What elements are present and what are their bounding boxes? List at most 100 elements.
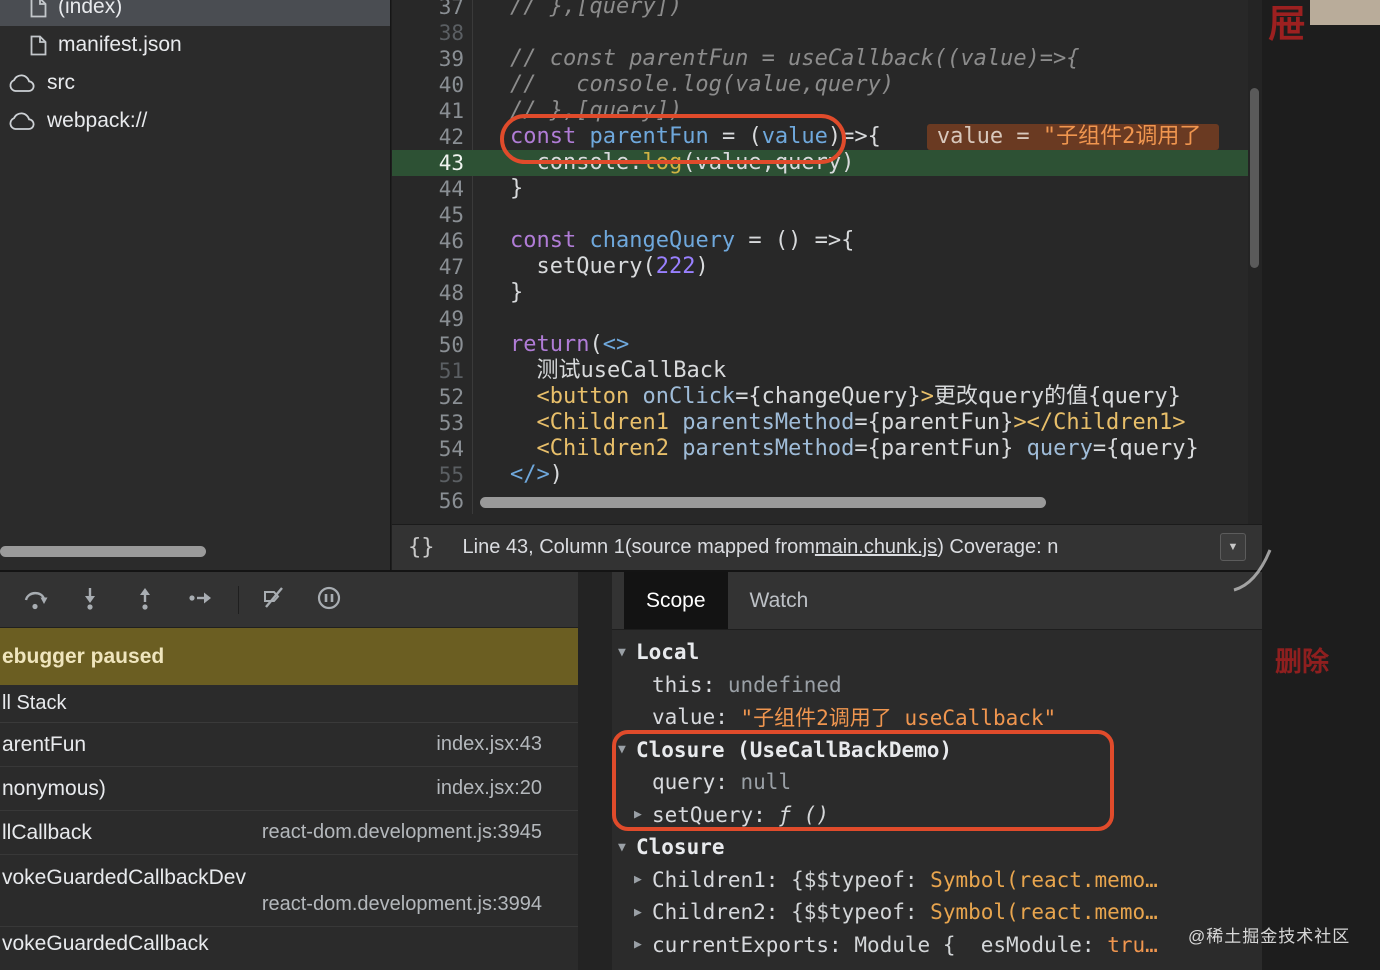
tab-watch[interactable]: Watch (728, 572, 831, 629)
file-tree-item-src[interactable]: src (0, 64, 390, 102)
expanded-arrow-icon[interactable]: ▼ (618, 645, 636, 660)
code-line[interactable]: 49 (392, 306, 1262, 332)
prop-colon: : (753, 802, 779, 827)
scope-row[interactable]: ▶ currentExports: Module { esModule: tru… (612, 929, 1262, 962)
prop-value: {$$typeof: (791, 900, 931, 925)
code-token: ={changeQuery} (735, 384, 921, 409)
prop-value: {$$typeof: (791, 867, 931, 892)
code-text (472, 20, 1262, 46)
scope-row[interactable]: ▶ Children2: {$$typeof: Symbol(react.memo… (612, 896, 1262, 929)
file-tree-item-webpack[interactable]: webpack:// (0, 102, 390, 140)
prop-value: undefined (727, 672, 842, 697)
line-number: 46 (438, 229, 464, 253)
scope-row[interactable]: ▼ Local (612, 636, 1262, 669)
source-editor[interactable]: 37 // },[query]) 38 39 // const parentFun = … (392, 0, 1262, 524)
code-line[interactable]: 47 setQuery(222) (392, 254, 1262, 280)
code-line[interactable]: 38 (392, 20, 1262, 46)
devtools-window: (index) manifest.json src webpack:// 37 // }… (0, 0, 1380, 970)
scope-row[interactable]: ▶ Children1: {$$typeof: Symbol(react.memo… (612, 864, 1262, 897)
scope-rows: ▼ Local this: undefined value: "子组件2调用了 use… (612, 636, 1262, 961)
code-token: query (1013, 436, 1093, 461)
line-number: 37 (438, 0, 464, 19)
call-stack-frame[interactable]: vokeGuardedCallback (0, 927, 578, 970)
hint-label: value = (936, 124, 1043, 149)
cloud-icon (9, 111, 35, 130)
deactivate-breakpoints-button[interactable] (254, 580, 294, 620)
code-line[interactable]: 51 测试useCallBack (392, 358, 1262, 384)
prop-name: Children2 (652, 900, 766, 925)
expanded-arrow-icon[interactable]: ▼ (618, 840, 636, 855)
collapsed-arrow-icon[interactable]: ▶ (634, 872, 652, 887)
code-line[interactable]: 40 // console.log(value,query) (392, 72, 1262, 98)
call-stack-frame[interactable]: nonymous) index.jsx:20 (0, 767, 578, 811)
collapsed-arrow-icon[interactable]: ▶ (634, 807, 652, 822)
code-token: const (510, 124, 590, 149)
scope-row[interactable]: ▶ setQuery: ƒ () (612, 799, 1262, 832)
code-line[interactable]: 48} (392, 280, 1262, 306)
line-number: 52 (438, 385, 464, 409)
step-over-button[interactable] (15, 580, 55, 620)
code-line[interactable]: 37 // },[query]) (392, 0, 1262, 20)
editor-vertical-scrollbar-thumb[interactable] (1250, 88, 1259, 268)
prop-colon: : (765, 867, 792, 892)
code-token: ) (549, 462, 563, 487)
file-tree-item-manifestjson[interactable]: manifest.json (0, 26, 390, 64)
file-tree-item-label: (index) (58, 0, 123, 18)
file-tree-horizontal-scrollbar[interactable] (0, 546, 206, 557)
editor-vertical-scrollbar[interactable] (1248, 0, 1262, 524)
expanded-arrow-icon[interactable]: ▼ (618, 742, 636, 757)
file-tree-item-index[interactable]: (index) (0, 0, 390, 26)
debugger-paused-label: ebugger paused (2, 644, 165, 668)
code-text: setQuery(222) (472, 254, 1262, 280)
scope-row[interactable]: ▼ Closure (UseCallBackDemo) (612, 734, 1262, 767)
step-button[interactable] (180, 580, 220, 620)
prop-colon: : (829, 932, 855, 957)
code-text: } (472, 176, 1262, 202)
code-line[interactable]: 55 </>) (392, 462, 1262, 488)
call-stack-header[interactable]: ll Stack (0, 685, 578, 723)
call-stack-frame[interactable]: vokeGuardedCallbackDev react-dom.developm… (0, 855, 578, 927)
pause-on-exceptions-button[interactable] (309, 580, 349, 620)
code-token: parentsMethod (668, 436, 855, 461)
scope-row[interactable]: ▼ Closure (612, 831, 1262, 864)
coverage-label: ) Coverage: n (937, 536, 1059, 558)
code-line[interactable]: 42 const parentFun = (value)=>{value = "子… (392, 124, 1262, 150)
prop-colon: : (702, 672, 728, 697)
code-line[interactable]: 44} (392, 176, 1262, 202)
code-line[interactable]: 52 <button onClick={changeQuery}>更改query… (392, 384, 1262, 410)
code-text: // console.log(value,query) (472, 72, 1262, 98)
prop-name: value (652, 705, 716, 730)
scope-row[interactable]: query: null (612, 766, 1262, 799)
file-tree-item-label: src (47, 71, 75, 94)
code-token: ={query} (1092, 436, 1199, 461)
step-over-icon (24, 591, 48, 610)
scope-row[interactable]: this: undefined (612, 669, 1262, 702)
collapsed-arrow-icon[interactable]: ▶ (634, 905, 652, 920)
call-stack-frame[interactable]: arentFun index.jsx:43 (0, 723, 578, 767)
page-corner-block (1310, 0, 1380, 25)
step-into-button[interactable] (70, 580, 110, 620)
debugger-sidebar: ebugger paused ll Stack arentFun index.js… (0, 572, 578, 970)
step-out-button[interactable] (125, 580, 165, 620)
collapsed-arrow-icon[interactable]: ▶ (634, 937, 652, 952)
code-token: } (510, 176, 524, 201)
frame-title: vokeGuardedCallbackDev (2, 865, 246, 889)
code-line[interactable]: 41 // },[query]) (392, 98, 1262, 124)
code-text: } (472, 280, 1262, 306)
code-line[interactable]: 45 (392, 202, 1262, 228)
editor-horizontal-scrollbar-thumb[interactable] (480, 497, 1046, 508)
code-line[interactable]: 54 <Children2 parentsMethod={parentFun} … (392, 436, 1262, 462)
code-line[interactable]: 50 return(<> (392, 332, 1262, 358)
call-stack-frame[interactable]: llCallback react-dom.development.js:3945 (0, 811, 578, 855)
tab-scope[interactable]: Scope (624, 572, 728, 629)
scope-row[interactable]: value: "子组件2调用了 useCallback" (612, 701, 1262, 734)
code-line[interactable]: 39 // const parentFun = useCallback((valu… (392, 46, 1262, 72)
code-line[interactable]: 53 <Children1 parentsMethod={parentFun}>… (392, 410, 1262, 436)
scope-section-label: Local (636, 640, 700, 665)
code-line[interactable]: 43 console.log(value,query) (392, 150, 1262, 176)
source-map-link[interactable]: main.chunk.js (815, 536, 937, 559)
pretty-print-button[interactable]: {} (408, 535, 435, 560)
deactivate-breakpoints-icon (264, 587, 283, 608)
inline-value-hint: value = "子组件2调用了 (926, 124, 1219, 150)
code-line[interactable]: 46 const changeQuery = () =>{ (392, 228, 1262, 254)
